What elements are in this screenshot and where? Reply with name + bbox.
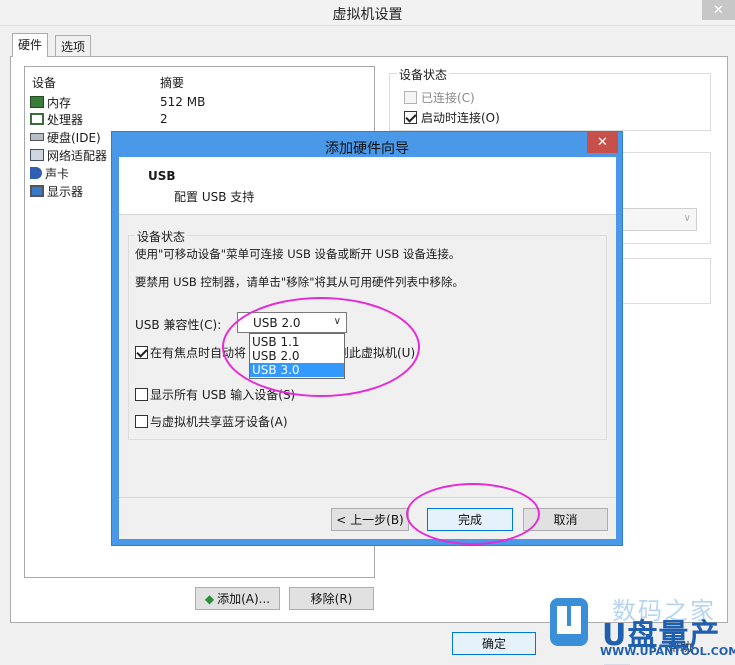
device-name: 显示器 [47, 184, 84, 199]
dialog-header-subtitle: 配置 USB 支持 [174, 190, 255, 204]
annotation-circle-finish [406, 483, 540, 545]
dialog-title: 添加硬件向导 [325, 141, 409, 157]
window-close-button[interactable]: ✕ [702, 0, 735, 20]
tab-hardware[interactable]: 硬件 [12, 33, 49, 57]
watermark-logo-icon [550, 598, 588, 646]
close-icon: ✕ [713, 2, 724, 18]
checkbox-box [404, 91, 417, 104]
device-row-memory[interactable]: 内存 [30, 93, 71, 111]
watermark-line-3: WWW.UPANTOOL.COM [600, 645, 735, 658]
cpu-icon [30, 113, 44, 125]
chevron-down-icon: ∨ [683, 213, 691, 224]
usb-compat-label: USB 兼容性(C): [135, 318, 222, 332]
window-title: 虚拟机设置 [332, 7, 403, 23]
column-header-device[interactable]: 设备 [32, 74, 56, 91]
monitor-icon [30, 185, 44, 197]
sound-card-icon [30, 167, 42, 179]
share-bluetooth-checkbox[interactable]: 与虚拟机共享蓝牙设备(A) [135, 413, 288, 430]
usb-description-connect: 使用"可移动设备"菜单可连接 USB 设备或断开 USB 设备连接。 [135, 247, 461, 261]
add-button-label: 添加(A)... [217, 592, 271, 606]
back-button[interactable]: < 上一步(B) [331, 508, 409, 531]
dialog-header-title: USB [148, 169, 176, 183]
ok-button[interactable]: 确定 [452, 632, 536, 655]
remove-hardware-button[interactable]: 移除(R) [289, 587, 374, 610]
checkbox-box [135, 415, 148, 428]
dialog-header [119, 157, 616, 215]
device-row-monitor[interactable]: 显示器 [30, 182, 83, 200]
checkbox-box [135, 388, 148, 401]
device-row-network-adapter[interactable]: 网络适配器 [30, 146, 107, 164]
usb-status-label: 设备状态 [135, 228, 188, 245]
connected-label: 已连接(C) [421, 91, 475, 105]
device-name: 硬盘(IDE) [47, 130, 101, 145]
connected-checkbox[interactable]: 已连接(C) [404, 89, 475, 106]
device-summary: 2 [160, 112, 168, 126]
shield-icon: ◆ [204, 591, 215, 606]
device-status-label: 设备状态 [397, 66, 450, 83]
device-name: 内存 [47, 95, 72, 110]
hard-disk-icon [30, 133, 44, 141]
device-row-processor[interactable]: 处理器 [30, 110, 83, 128]
device-row-sound-card[interactable]: 声卡 [30, 164, 69, 182]
device-name: 声卡 [45, 166, 70, 181]
close-icon: ✕ [597, 135, 608, 150]
annotation-circle-usb-compat [222, 297, 420, 397]
add-hardware-button[interactable]: ◆ 添加(A)... [195, 587, 280, 610]
disabled-combo: ∨ [620, 208, 697, 231]
share-bluetooth-label: 与虚拟机共享蓝牙设备(A) [150, 415, 288, 429]
tab-options[interactable]: 选项 [55, 35, 92, 56]
dialog-close-button[interactable]: ✕ [587, 132, 618, 153]
column-header-summary[interactable]: 摘要 [160, 74, 184, 91]
connect-at-power-on-label: 启动时连接(O) [421, 111, 500, 125]
usb-description-remove: 要禁用 USB 控制器，请单击"移除"将其从可用硬件列表中移除。 [135, 275, 464, 289]
device-name: 处理器 [47, 112, 84, 127]
network-adapter-icon [30, 149, 44, 161]
dialog-divider [119, 497, 616, 498]
connect-at-power-on-checkbox[interactable]: 启动时连接(O) [404, 109, 500, 126]
device-row-hard-disk[interactable]: 硬盘(IDE) [30, 128, 101, 146]
device-summary: 512 MB [160, 95, 206, 109]
checkbox-box [135, 346, 148, 359]
checkbox-box [404, 111, 417, 124]
memory-icon [30, 96, 44, 108]
device-name: 网络适配器 [47, 148, 108, 163]
